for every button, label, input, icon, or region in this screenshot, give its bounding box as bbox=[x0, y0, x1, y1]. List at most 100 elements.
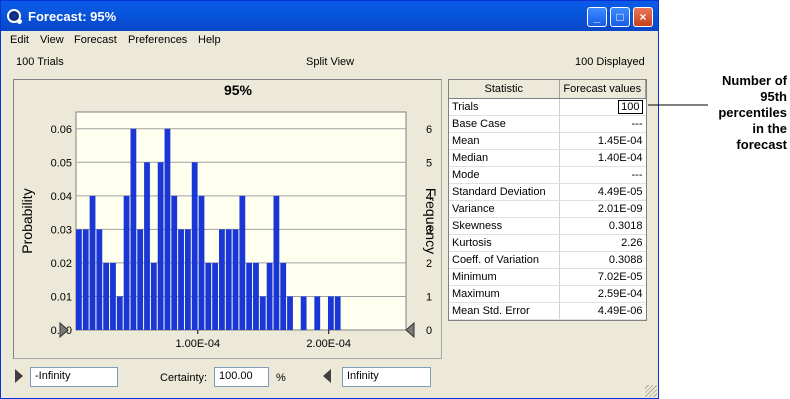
y2-tick-label: 6 bbox=[426, 124, 432, 136]
minimize-button[interactable]: _ bbox=[587, 7, 607, 27]
table-row: Base Case --- bbox=[449, 115, 646, 133]
histogram-bar bbox=[171, 195, 178, 330]
histogram-bar bbox=[123, 195, 130, 330]
table-row: Standard Deviation 4.49E-05 bbox=[449, 183, 646, 201]
histogram-bar bbox=[76, 229, 82, 330]
forecast-histogram: 95% Probability Frequency 0.000.010.020.… bbox=[14, 80, 441, 358]
stat-label: Minimum bbox=[449, 268, 559, 286]
histogram-bar bbox=[253, 262, 259, 330]
stat-label: Trials bbox=[449, 98, 559, 116]
stat-value: --- bbox=[558, 166, 646, 184]
histogram-bar bbox=[157, 162, 164, 330]
percent-unit-label: % bbox=[276, 372, 286, 384]
histogram-bar bbox=[164, 128, 171, 330]
table-row: Coeff. of Variation 0.3088 bbox=[449, 251, 646, 269]
table-row: Trials 100 bbox=[449, 98, 646, 116]
stat-value: --- bbox=[558, 115, 646, 133]
table-row: Variance 2.01E-09 bbox=[449, 200, 646, 218]
trials-value: 100 bbox=[618, 99, 643, 114]
histogram-bar bbox=[82, 229, 89, 330]
annotation-line: 95th percentiles bbox=[718, 89, 787, 120]
stat-label: Maximum bbox=[449, 285, 559, 303]
menu-bar: Edit View Forecast Preferences Help bbox=[1, 31, 658, 49]
y2-tick-label: 3 bbox=[426, 224, 432, 236]
annotation-leader-line bbox=[648, 104, 708, 106]
histogram-bar bbox=[239, 195, 246, 330]
statistics-table: Statistic Forecast values Trials 100 Bas… bbox=[448, 79, 647, 321]
y-tick-label: 0.01 bbox=[51, 291, 72, 303]
histogram-bar bbox=[246, 262, 253, 330]
statistic-column-header[interactable]: Statistic bbox=[449, 80, 560, 99]
table-row: Mode --- bbox=[449, 166, 646, 184]
table-row: Kurtosis 2.26 bbox=[449, 234, 646, 252]
info-bar: 100 Trials Split View 100 Displayed bbox=[1, 53, 658, 71]
maximize-button[interactable]: □ bbox=[610, 7, 630, 27]
view-mode-label: Split View bbox=[306, 56, 355, 68]
displayed-count: 100 Displayed bbox=[575, 56, 645, 68]
stat-value: 0.3018 bbox=[558, 217, 646, 235]
table-row: Mean 1.45E-04 bbox=[449, 132, 646, 150]
menu-forecast[interactable]: Forecast bbox=[74, 34, 117, 46]
stat-label: Mean bbox=[449, 132, 559, 150]
histogram-bar bbox=[184, 229, 191, 330]
stat-label: Base Case bbox=[449, 115, 559, 133]
certainty-label: Certainty: bbox=[160, 372, 208, 384]
histogram-bar bbox=[219, 229, 225, 330]
table-row: Skewness 0.3018 bbox=[449, 217, 646, 235]
x-tick-label: 2.00E-04 bbox=[306, 338, 351, 350]
histogram-bar bbox=[130, 128, 137, 330]
histogram-bar bbox=[300, 296, 307, 330]
y2-tick-label: 1 bbox=[426, 291, 432, 303]
histogram-bar bbox=[266, 262, 273, 330]
y2-tick-label: 2 bbox=[426, 258, 432, 270]
title-bar[interactable]: Forecast: 95% _ □ × bbox=[1, 1, 658, 31]
stat-value: 4.49E-06 bbox=[558, 302, 646, 320]
stat-value: 1.40E-04 bbox=[558, 149, 646, 167]
left-certainty-input[interactable]: -Infinity bbox=[30, 367, 118, 387]
histogram-bar bbox=[103, 262, 110, 330]
menu-help[interactable]: Help bbox=[198, 34, 221, 46]
histogram-bar bbox=[273, 195, 280, 330]
table-row: Median 1.40E-04 bbox=[449, 149, 646, 167]
y-tick-label: 0.03 bbox=[51, 224, 72, 236]
stat-label: Standard Deviation bbox=[449, 183, 559, 201]
right-certainty-input[interactable]: Infinity bbox=[342, 367, 431, 387]
y2-tick-label: 4 bbox=[426, 191, 432, 203]
stat-value: 2.59E-04 bbox=[558, 285, 646, 303]
y-tick-label: 0.02 bbox=[51, 258, 72, 270]
stat-label: Mode bbox=[449, 166, 559, 184]
trials-count: 100 Trials bbox=[16, 56, 64, 68]
right-tail-arrow-icon[interactable] bbox=[323, 369, 331, 383]
menu-view[interactable]: View bbox=[40, 34, 64, 46]
histogram-bar bbox=[198, 195, 205, 330]
histogram-bar bbox=[212, 262, 219, 330]
y-tick-label: 0.04 bbox=[51, 191, 72, 203]
stat-label: Mean Std. Error bbox=[449, 302, 559, 320]
menu-preferences[interactable]: Preferences bbox=[128, 34, 187, 46]
table-row: Minimum 7.02E-05 bbox=[449, 268, 646, 286]
vertical-scrollbar[interactable] bbox=[647, 79, 656, 383]
stat-value: 2.26 bbox=[558, 234, 646, 252]
histogram-bar bbox=[280, 262, 287, 330]
close-button[interactable]: × bbox=[633, 7, 653, 27]
chart-title: 95% bbox=[224, 82, 253, 98]
forecast-window: Forecast: 95% _ □ × Edit View Forecast P… bbox=[0, 0, 659, 399]
annotation-line: Number of bbox=[722, 73, 787, 88]
forecast-values-column-header[interactable]: Forecast values bbox=[559, 80, 646, 99]
stat-value: 7.02E-05 bbox=[558, 268, 646, 286]
crystal-ball-icon bbox=[7, 9, 22, 24]
left-tail-arrow-icon[interactable] bbox=[15, 369, 23, 383]
histogram-bar bbox=[110, 262, 116, 330]
histogram-bar bbox=[89, 195, 96, 330]
histogram-bar bbox=[137, 229, 144, 330]
histogram-bar bbox=[178, 229, 184, 330]
certainty-input[interactable]: 100.00 bbox=[214, 367, 269, 387]
histogram-bar bbox=[205, 262, 212, 330]
stat-label: Coeff. of Variation bbox=[449, 251, 559, 269]
histogram-bar bbox=[259, 296, 266, 330]
y-axis-title: Probability bbox=[19, 188, 35, 253]
histogram-bar bbox=[150, 262, 157, 330]
menu-edit[interactable]: Edit bbox=[10, 34, 29, 46]
table-row: Maximum 2.59E-04 bbox=[449, 285, 646, 303]
histogram-bar bbox=[232, 229, 239, 330]
